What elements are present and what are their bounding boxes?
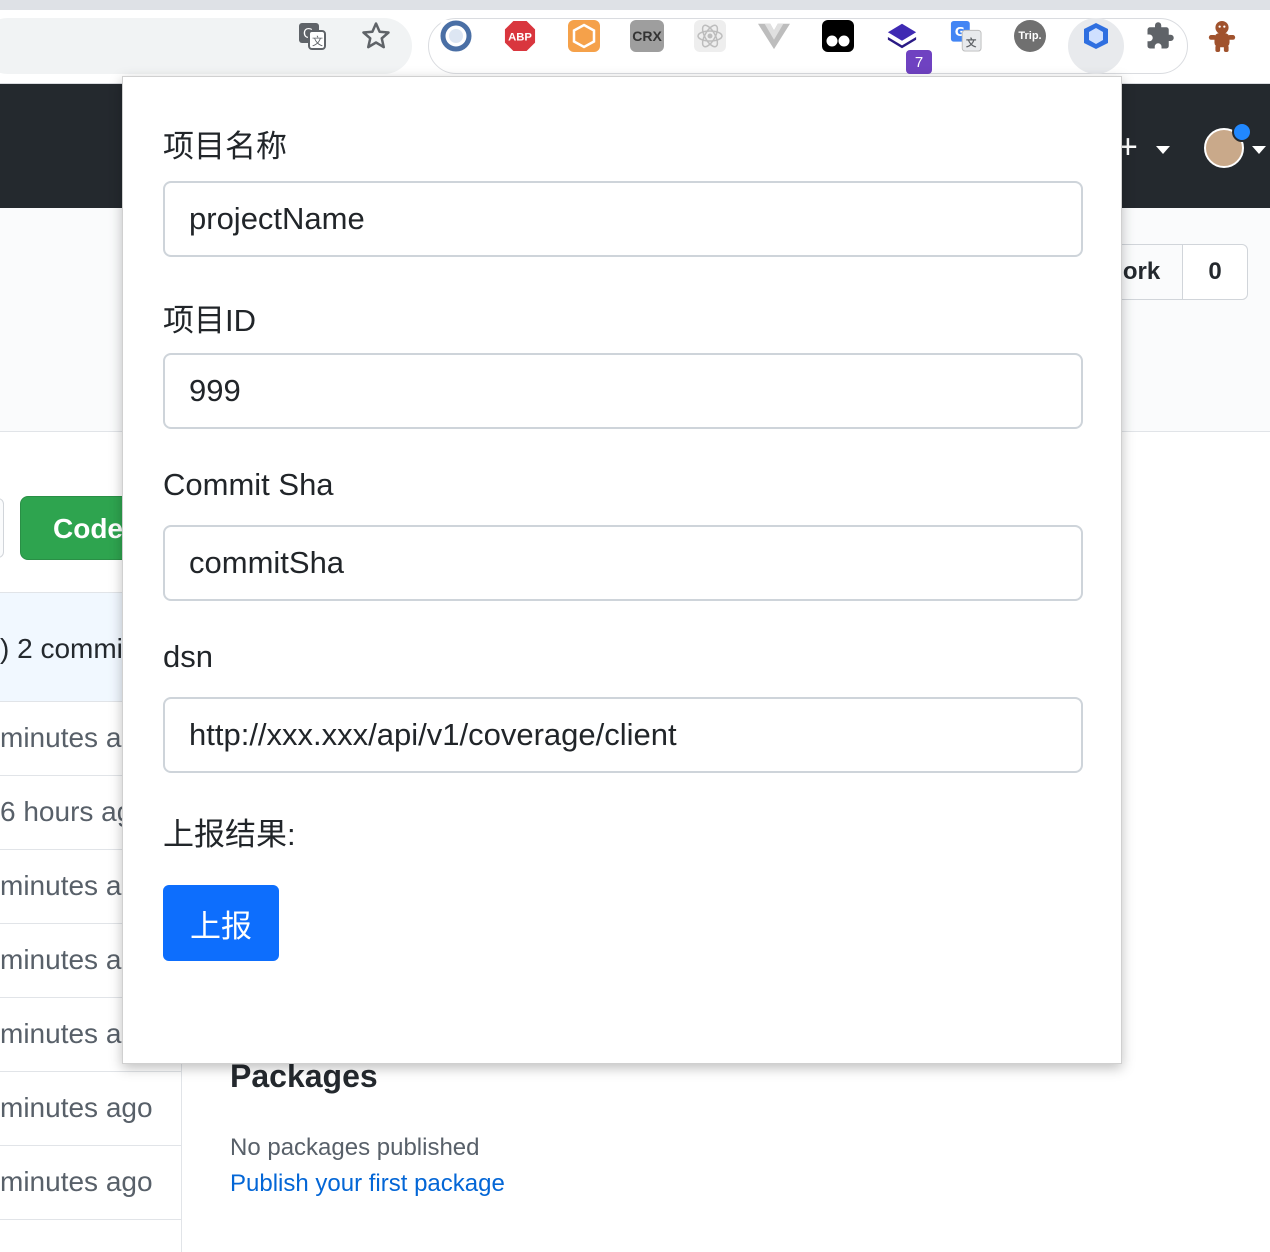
react-devtools-icon[interactable] (694, 20, 726, 52)
hex-ext-icon[interactable] (568, 20, 600, 52)
chevron-down-icon[interactable] (1156, 146, 1170, 154)
packages-empty-text: No packages published (230, 1134, 480, 1161)
list-item: minutes ago (0, 1146, 182, 1220)
vue-devtools-icon[interactable] (758, 20, 790, 52)
dsn-label: dsn (163, 639, 213, 674)
coverage-ext-icon[interactable] (1080, 20, 1112, 52)
trip-icon[interactable]: Trip. (1014, 20, 1046, 52)
address-bar[interactable] (0, 18, 412, 74)
adblock-plus-icon[interactable]: ABP (504, 20, 536, 52)
report-button[interactable]: 上报 (163, 885, 279, 961)
publish-package-link[interactable]: Publish your first package (230, 1170, 505, 1198)
svg-text:文: 文 (312, 34, 323, 48)
tab-strip (0, 0, 1270, 10)
commit-sha-input[interactable] (163, 525, 1083, 601)
puzzle-icon[interactable] (1144, 20, 1176, 52)
commit-sha-label: Commit Sha (163, 467, 334, 502)
tampermonkey-icon[interactable] (822, 20, 854, 52)
extension-popup: 项目名称 项目ID Commit Sha dsn 上报结果: 上报 (122, 76, 1122, 1064)
dsn-input[interactable] (163, 697, 1083, 773)
branch-button[interactable] (0, 498, 4, 558)
crx-icon[interactable]: CRX (630, 20, 664, 52)
project-name-input[interactable] (163, 181, 1083, 257)
stack-ext-icon[interactable] (886, 20, 918, 52)
svg-text:文: 文 (965, 36, 977, 49)
extension-badge-count: 7 (906, 50, 932, 74)
edge-ring-icon[interactable] (440, 20, 472, 52)
project-id-label: 项目ID (163, 303, 256, 338)
bookmark-star-icon[interactable] (360, 20, 392, 52)
project-name-label: 项目名称 (163, 129, 287, 164)
svg-text:ABP: ABP (508, 32, 532, 44)
commits-link[interactable]: ) 2 commi (0, 633, 123, 665)
chevron-down-icon[interactable] (1252, 146, 1266, 154)
translate-page-icon[interactable]: G文 (296, 20, 328, 52)
report-result-label: 上报结果: (163, 817, 296, 852)
notification-dot (1232, 122, 1252, 142)
list-item: minutes ago (0, 1072, 182, 1146)
profile-avatar-icon[interactable] (1206, 20, 1238, 52)
fork-count[interactable]: 0 (1183, 245, 1247, 299)
project-id-input[interactable] (163, 353, 1083, 429)
fork-button[interactable]: ork 0 (1100, 244, 1248, 300)
google-translate-icon[interactable]: G文 (950, 20, 982, 52)
